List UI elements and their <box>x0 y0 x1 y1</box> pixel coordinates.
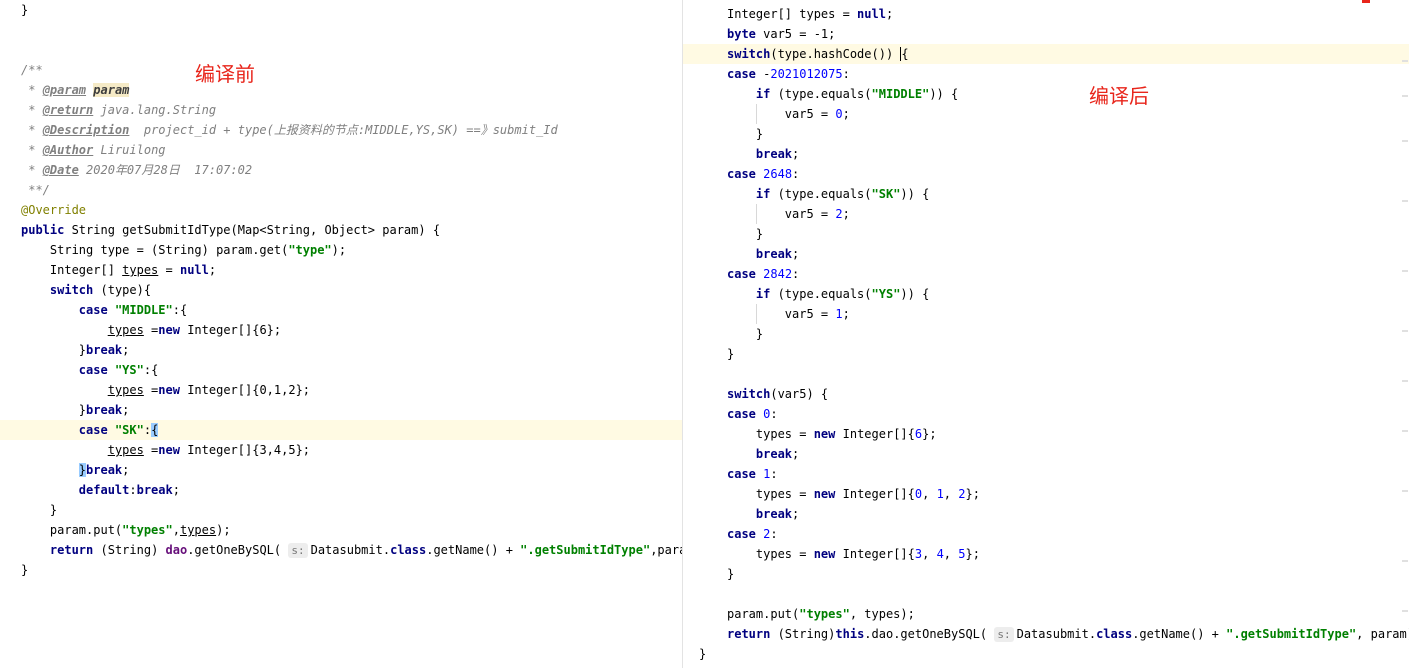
code-line: param.put("types", types); <box>727 607 915 621</box>
code-line: case 1: <box>727 467 778 481</box>
code-line: } <box>727 567 735 581</box>
code-line: /** <box>21 63 43 77</box>
code-line: } <box>727 227 764 241</box>
indent-guide <box>756 304 757 324</box>
code-line: Integer[] types = null; <box>21 263 217 277</box>
code-line-current: case "SK":{ <box>0 420 682 440</box>
code-line: case -2021012075: <box>727 67 850 81</box>
code-line: types =new Integer[]{3,4,5}; <box>107 443 311 457</box>
code-line: } <box>699 647 707 661</box>
code-line: var5 = 2; <box>727 207 850 221</box>
code-line: break; <box>755 447 800 461</box>
code-line: switch (type){ <box>49 283 152 297</box>
code-line: String type = (String) param.get("type")… <box>21 243 347 257</box>
param-hint: s: <box>288 543 308 558</box>
code-line: **/ <box>21 183 50 197</box>
code-line: } <box>21 3 29 17</box>
before-compile-pane: } /** * @param param * @return java.lang… <box>0 0 682 668</box>
indent-guide <box>756 204 757 224</box>
code-line: types = new Integer[]{6}; <box>727 427 937 441</box>
code-line: return (String)this.dao.getOneBySQL( s: D… <box>727 627 1409 642</box>
code-line: case 2: <box>727 527 778 541</box>
code-line: case 2842: <box>727 267 800 281</box>
error-stripe-mark[interactable] <box>1362 0 1370 3</box>
code-line: param.put("types",types); <box>21 523 231 537</box>
code-line: * @param param <box>21 83 130 97</box>
code-line: } <box>21 563 29 577</box>
code-line: types = new Integer[]{3, 4, 5}; <box>727 547 980 561</box>
code-line: types =new Integer[]{0,1,2}; <box>107 383 311 397</box>
code-line: break; <box>755 507 800 521</box>
param-hint: s: <box>994 627 1014 642</box>
code-line: } <box>727 327 764 341</box>
code-line: case 0: <box>727 407 778 421</box>
code-line: }break; <box>78 463 130 477</box>
code-line: if (type.equals("MIDDLE")) { <box>755 87 959 101</box>
code-line: default:break; <box>78 483 180 497</box>
code-line: break; <box>755 147 800 161</box>
code-line: byte var5 = -1; <box>727 27 836 41</box>
caption-before: 编译前 <box>195 62 255 86</box>
scrollbar-markers[interactable] <box>1400 0 1409 668</box>
code-line: Integer[] types = null; <box>727 7 894 21</box>
code-line: @Override <box>21 203 87 217</box>
code-line: * @return java.lang.String <box>21 103 217 117</box>
code-line: if (type.equals("YS")) { <box>755 287 930 301</box>
code-line: case 2648: <box>727 167 800 181</box>
caption-after: 编译后 <box>1089 84 1149 108</box>
code-line: public String getSubmitIdType(Map<String… <box>21 223 441 237</box>
code-line: if (type.equals("SK")) { <box>755 187 930 201</box>
code-line: types = new Integer[]{0, 1, 2}; <box>727 487 980 501</box>
code-line: * @Author Liruilong <box>21 143 166 157</box>
code-line: switch(var5) { <box>727 387 829 401</box>
code-line-current: switch(type.hashCode()) { <box>683 44 1409 64</box>
code-line: var5 = 1; <box>727 307 850 321</box>
indent-guide <box>756 104 757 124</box>
code-line: }break; <box>21 403 130 417</box>
code-line: case "MIDDLE":{ <box>78 303 188 317</box>
after-compile-pane: Integer[] types = null; byte var5 = -1; … <box>682 0 1409 668</box>
code-line: * @Description project_id + type(上报资料的节点… <box>21 123 558 137</box>
code-line: } <box>727 127 764 141</box>
code-line: } <box>727 347 735 361</box>
code-line: types =new Integer[]{6}; <box>107 323 282 337</box>
code-line: case "YS":{ <box>78 363 159 377</box>
code-line: } <box>21 503 58 517</box>
code-line: return (String) dao.getOneBySQL( s: Datas… <box>49 543 682 558</box>
code-line: var5 = 0; <box>727 107 850 121</box>
code-line: }break; <box>21 343 130 357</box>
code-line: * @Date 2020年07月28日 17:07:02 <box>21 163 253 177</box>
code-line: break; <box>755 247 800 261</box>
